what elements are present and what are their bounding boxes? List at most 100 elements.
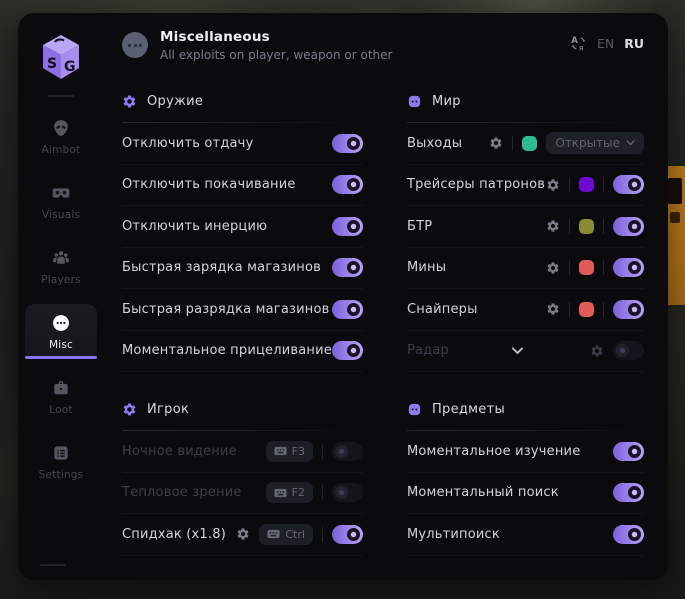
sidebar-item-label: Loot [49, 404, 72, 416]
sidebar-item-loot[interactable]: Loot [25, 369, 97, 424]
setting-label: БТР [407, 219, 432, 234]
color-swatch[interactable] [579, 219, 594, 234]
toggle-switch[interactable] [613, 442, 644, 461]
section-header: Игрок [122, 392, 363, 430]
setting-label: Быстрая зарядка магазинов [122, 260, 321, 275]
hotkey-badge[interactable]: Ctrl [259, 524, 313, 545]
toggle-switch[interactable] [613, 217, 644, 236]
left-column: Оружие Отключить отдачу Отключить покачи… [122, 84, 363, 556]
toggle-switch[interactable] [332, 525, 363, 544]
setting-row: Быстрая разрядка магазинов [122, 289, 363, 331]
chevron-down-icon[interactable] [511, 347, 524, 355]
color-swatch[interactable] [579, 302, 594, 317]
world-icon [407, 94, 422, 109]
sidebar-item-label: Misc [49, 339, 73, 351]
section-items: Предметы Моментальное изучение Моменталь… [407, 392, 644, 556]
vertical-divider [569, 260, 570, 275]
items-icon [407, 402, 422, 417]
sidebar-item-settings[interactable]: Settings [25, 434, 97, 489]
page-header: Miscellaneous All exploits on player, we… [122, 29, 644, 62]
color-swatch[interactable] [579, 260, 594, 275]
gear-icon[interactable] [546, 302, 560, 316]
setting-label: Трейсеры патронов [407, 177, 545, 192]
gear-icon[interactable] [489, 136, 503, 150]
section-world: Мир Выходы Открытые Трейсеры патрон [407, 84, 644, 372]
setting-label: Радар [407, 343, 449, 358]
setting-label: Мультипоиск [407, 527, 500, 542]
vertical-divider [569, 302, 570, 317]
section-title: Предметы [432, 402, 505, 417]
toggle-switch[interactable] [613, 300, 644, 319]
cheat-menu-panel: Aimbot Visuals Players Misc Loot Setting… [18, 13, 668, 580]
toggle-switch[interactable] [332, 341, 363, 360]
main-area: Miscellaneous All exploits on player, we… [104, 13, 668, 580]
setting-row: Отключить покачивание [122, 165, 363, 207]
toggle-switch[interactable] [613, 258, 644, 277]
toggle-switch[interactable] [613, 175, 644, 194]
keyboard-icon [274, 446, 287, 456]
briefcase-icon [51, 378, 71, 398]
hotkey-badge[interactable]: F3 [266, 441, 313, 462]
section-title: Мир [432, 94, 461, 109]
app-logo-icon [40, 33, 82, 81]
background-game-ui [668, 166, 685, 305]
toggle-switch[interactable] [332, 300, 363, 319]
lang-en-button[interactable]: EN [597, 36, 614, 51]
setting-row: Тепловое зрение F2 [122, 473, 363, 515]
setting-label: Тепловое зрение [122, 485, 242, 500]
sidebar-item-label: Aimbot [42, 144, 81, 156]
setting-label: Выходы [407, 136, 462, 151]
setting-label: Снайперы [407, 302, 478, 317]
section-header: Мир [407, 84, 644, 122]
sidebar-nav: Aimbot Visuals Players Misc Loot Setting… [18, 109, 104, 499]
sidebar-item-players[interactable]: Players [25, 239, 97, 294]
sidebar-divider [48, 95, 74, 97]
gear-icon [122, 402, 137, 417]
alien-icon [51, 118, 71, 138]
gear-icon[interactable] [590, 344, 604, 358]
setting-label: Отключить отдачу [122, 136, 253, 151]
right-column: Мир Выходы Открытые Трейсеры патрон [407, 84, 644, 556]
setting-row: Снайперы [407, 289, 644, 331]
toggle-switch[interactable] [332, 442, 363, 461]
setting-row: Моментальное изучение [407, 431, 644, 473]
setting-label: Спидхак (x1.8) [122, 527, 226, 542]
page-subtitle: All exploits on player, weapon or other [160, 48, 392, 62]
exits-dropdown[interactable]: Открытые [546, 132, 644, 154]
vertical-divider [569, 219, 570, 234]
section-header: Оружие [122, 84, 363, 122]
setting-row: Выходы Открытые [407, 123, 644, 165]
gear-icon[interactable] [236, 527, 250, 541]
sidebar-item-visuals[interactable]: Visuals [25, 174, 97, 229]
toggle-switch[interactable] [332, 217, 363, 236]
color-swatch[interactable] [579, 177, 594, 192]
toggle-switch[interactable] [332, 134, 363, 153]
toggle-switch[interactable] [332, 175, 363, 194]
gear-icon[interactable] [546, 261, 560, 275]
people-icon [51, 248, 71, 268]
setting-label: Моментальный поиск [407, 485, 559, 500]
vertical-divider [603, 219, 604, 234]
setting-row: Быстрая зарядка магазинов [122, 248, 363, 290]
toggle-switch[interactable] [613, 341, 644, 360]
background-game-ui-mark [668, 178, 682, 204]
page-title: Miscellaneous [160, 29, 392, 45]
toggle-switch[interactable] [613, 525, 644, 544]
toggle-switch[interactable] [332, 258, 363, 277]
toggle-switch[interactable] [613, 483, 644, 502]
gear-icon[interactable] [546, 219, 560, 233]
hotkey-badge[interactable]: F2 [266, 482, 313, 503]
gear-icon[interactable] [546, 178, 560, 192]
color-swatch[interactable] [522, 136, 537, 151]
toggle-switch[interactable] [332, 483, 363, 502]
setting-row: Ночное видение F3 [122, 431, 363, 473]
ellipsis-circle-icon [51, 313, 71, 333]
lang-ru-button[interactable]: RU [624, 36, 644, 51]
vertical-divider [322, 527, 323, 542]
vertical-divider [322, 485, 323, 500]
sidebar-bottom-divider [40, 564, 66, 566]
sidebar-item-misc[interactable]: Misc [25, 304, 97, 359]
vertical-divider [322, 444, 323, 459]
setting-label: Моментальное прицеливание [122, 343, 332, 358]
sidebar-item-aimbot[interactable]: Aimbot [25, 109, 97, 164]
